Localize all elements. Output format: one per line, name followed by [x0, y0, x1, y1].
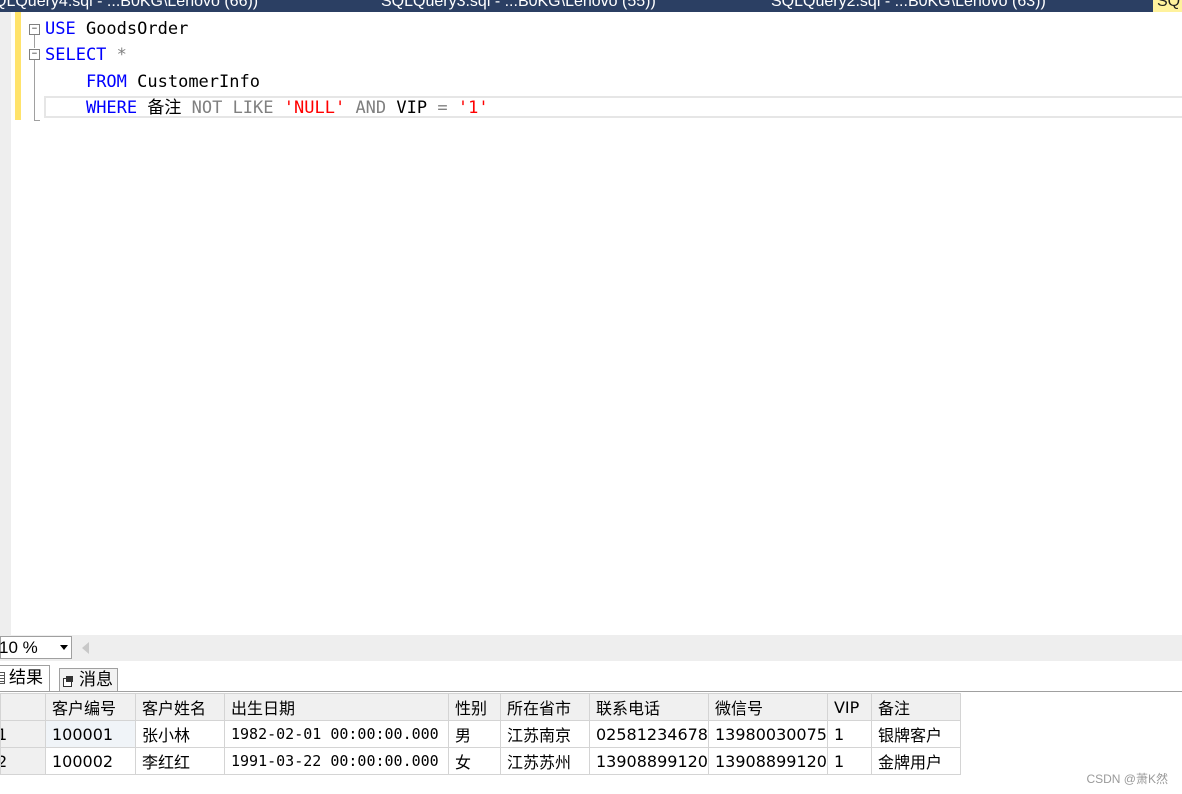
fold-end-mark: [34, 120, 40, 121]
code-token: VIP: [386, 98, 438, 118]
grid-cell[interactable]: 1991-03-22 00:00:00.000: [224, 747, 449, 775]
tab-results-label: 结果: [9, 668, 43, 688]
code-line[interactable]: SELECT *: [45, 42, 127, 68]
code-token: NOT LIKE: [191, 98, 274, 118]
code-token: SELECT: [45, 45, 107, 65]
grid-cell[interactable]: 13908899120: [707, 747, 828, 775]
row-number[interactable]: 1: [0, 720, 46, 748]
tab-sqlquery4[interactable]: QLQuery4.sql - ...B0KG\Lenovo (66)): [0, 0, 258, 12]
grid-cell[interactable]: 金牌用户: [870, 747, 961, 775]
collapse-icon[interactable]: −: [29, 49, 40, 60]
collapse-icon[interactable]: −: [29, 24, 40, 35]
code-line[interactable]: WHERE 备注 NOT LIKE 'NULL' AND VIP = '1': [45, 95, 489, 121]
results-grid[interactable]: 客户编号 客户姓名 出生日期 性别 所在省市 联系电话 微信号 VIP 备注 1…: [0, 693, 961, 775]
column-header[interactable]: 客户编号: [45, 693, 136, 721]
scroll-left-icon[interactable]: [82, 642, 89, 654]
grid-cell[interactable]: 江苏南京: [500, 720, 590, 748]
grid-cell[interactable]: 1982-02-01 00:00:00.000: [224, 720, 449, 748]
change-tracking-bar: [15, 12, 21, 120]
query-editor[interactable]: − − USE GoodsOrder SELECT * FROM Custome…: [0, 12, 1182, 635]
code-token: CustomerInfo: [126, 72, 260, 92]
watermark-text: CSDN @萧K然: [1086, 772, 1168, 786]
column-header[interactable]: 出生日期: [224, 693, 449, 721]
code-line[interactable]: USE GoodsOrder: [45, 16, 188, 42]
column-header[interactable]: 微信号: [707, 693, 828, 721]
grid-icon: [0, 672, 5, 684]
table-row[interactable]: 1 100001 张小林 1982-02-01 00:00:00.000 男 江…: [0, 720, 961, 748]
code-token: =: [437, 98, 448, 118]
column-header[interactable]: 性别: [448, 693, 501, 721]
zoom-dropdown[interactable]: 10 %: [0, 636, 72, 659]
tab-active-query[interactable]: SQ: [1153, 0, 1182, 12]
code-token: AND: [355, 98, 387, 118]
grid-cell[interactable]: 02581234678: [589, 720, 709, 748]
zoom-value: 10 %: [0, 638, 38, 657]
code-token: *: [106, 45, 127, 65]
code-line[interactable]: FROM CustomerInfo: [45, 69, 260, 95]
document-tab-strip: QLQuery4.sql - ...B0KG\Lenovo (66)) SQLQ…: [0, 0, 1182, 12]
grid-cell[interactable]: 张小林: [135, 720, 225, 748]
tab-messages[interactable]: 消息: [59, 668, 118, 691]
grid-cell[interactable]: 1: [826, 747, 872, 775]
grid-cell[interactable]: 男: [448, 720, 501, 748]
message-icon: [63, 676, 73, 687]
column-header[interactable]: 备注: [870, 693, 961, 721]
grid-cell[interactable]: 1: [826, 720, 872, 748]
grid-cell-selected[interactable]: 100001: [45, 720, 136, 748]
grid-cell[interactable]: 13908899120: [589, 747, 709, 775]
code-token: '1': [457, 98, 489, 118]
row-number[interactable]: 2: [0, 747, 46, 775]
grid-cell[interactable]: 李红红: [135, 747, 225, 775]
grid-header-row: 客户编号 客户姓名 出生日期 性别 所在省市 联系电话 微信号 VIP 备注: [0, 693, 961, 721]
code-token: GoodsOrder: [75, 19, 189, 39]
grid-corner-cell[interactable]: [0, 693, 46, 721]
chevron-down-icon[interactable]: [60, 645, 68, 650]
column-header[interactable]: 所在省市: [500, 693, 590, 721]
grid-cell[interactable]: 银牌客户: [870, 720, 961, 748]
code-token: FROM: [85, 72, 127, 92]
grid-cell[interactable]: 100002: [45, 747, 136, 775]
tab-results[interactable]: 结果: [0, 665, 50, 691]
table-row[interactable]: 2 100002 李红红 1991-03-22 00:00:00.000 女 江…: [0, 747, 961, 775]
results-tab-bar: 结果 消息: [0, 661, 1182, 692]
editor-status-row: 10 %: [0, 635, 1182, 661]
fold-guide-line: [34, 60, 35, 120]
tab-messages-label: 消息: [79, 670, 113, 690]
grid-cell[interactable]: 女: [448, 747, 501, 775]
code-token: USE: [45, 19, 76, 39]
code-token: WHERE: [85, 98, 138, 118]
column-header[interactable]: VIP: [826, 693, 872, 721]
column-header[interactable]: 联系电话: [589, 693, 709, 721]
tab-sqlquery2[interactable]: SQLQuery2.sql - ...B0KG\Lenovo (63)): [771, 0, 1046, 12]
code-token: 'NULL': [283, 98, 346, 118]
editor-margin: [0, 12, 11, 635]
tab-sqlquery3[interactable]: SQLQuery3.sql - ...B0KG\Lenovo (55)): [381, 0, 656, 12]
code-token: 备注: [137, 98, 192, 118]
grid-cell[interactable]: 13980030075: [707, 720, 828, 748]
column-header[interactable]: 客户姓名: [135, 693, 225, 721]
fold-guide-line: [34, 35, 35, 48]
grid-cell[interactable]: 江苏苏州: [500, 747, 590, 775]
